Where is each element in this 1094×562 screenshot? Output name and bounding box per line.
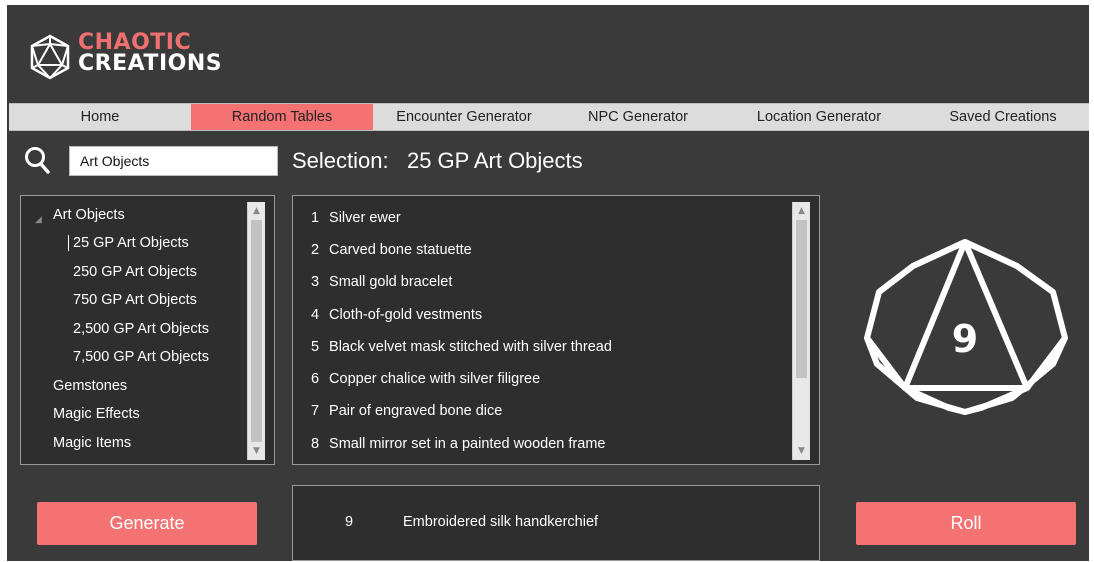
list-item-text: Cloth-of-gold vestments: [329, 307, 483, 323]
search-input[interactable]: Art Objects: [69, 146, 278, 176]
logo-line-2: CREATIONS: [78, 51, 223, 76]
tree-item-250gp[interactable]: 250 GP Art Objects: [73, 264, 197, 280]
list-item[interactable]: 6 Copper chalice with silver filigree: [311, 371, 540, 387]
app-window: CHAOTIC CREATIONS Home Random Tables Enc…: [0, 0, 1094, 562]
list-item-number: 2: [311, 242, 320, 258]
tree-expander-icon[interactable]: ◢: [35, 215, 42, 225]
list-item-number: 8: [311, 436, 320, 452]
tree-item-7500gp[interactable]: 7,500 GP Art Objects: [73, 349, 209, 365]
list-item[interactable]: 4 Cloth-of-gold vestments: [311, 307, 482, 323]
tree-scrollbar[interactable]: ▲ ▼: [247, 202, 265, 460]
tree-item-magic-items[interactable]: Magic Items: [53, 435, 131, 451]
list-item[interactable]: 1 Silver ewer: [311, 210, 401, 226]
tree-item-2500gp[interactable]: 2,500 GP Art Objects: [73, 321, 209, 337]
list-item-number: 7: [311, 403, 320, 419]
selection-prefix: Selection:: [292, 148, 389, 173]
list-scrollbar[interactable]: ▲ ▼: [792, 202, 810, 460]
tree-item-25gp[interactable]: 25 GP Art Objects: [68, 235, 189, 251]
tab-location-generator[interactable]: Location Generator: [721, 104, 917, 130]
generate-button[interactable]: Generate: [37, 502, 257, 545]
selection-title: Selection: 25 GP Art Objects: [292, 148, 583, 174]
roll-button[interactable]: Roll: [856, 502, 1076, 545]
roll-result: 9 Embroidered silk handkerchief: [292, 485, 820, 561]
list-item-number: 1: [311, 210, 320, 226]
list-item-text: Silver ewer: [329, 210, 401, 226]
list-scroll-thumb[interactable]: [796, 220, 807, 378]
search-icon[interactable]: [24, 146, 50, 174]
scroll-down-icon[interactable]: ▼: [793, 445, 810, 457]
list-item-text: Small gold bracelet: [329, 274, 453, 290]
tab-encounter-generator[interactable]: Encounter Generator: [373, 104, 555, 130]
list-item[interactable]: 7 Pair of engraved bone dice: [311, 403, 502, 419]
tree-item-gemstones[interactable]: Gemstones: [53, 378, 127, 394]
scroll-down-icon[interactable]: ▼: [248, 445, 265, 457]
list-item-text: Black velvet mask stitched with silver t…: [329, 339, 612, 355]
tree-item-magic-effects[interactable]: Magic Effects: [53, 406, 140, 422]
list-item-text: Carved bone statuette: [329, 242, 472, 258]
logo-line-1: CHAOTIC: [78, 30, 192, 55]
list-item-text: Pair of engraved bone dice: [329, 403, 503, 419]
table-tree[interactable]: ◢ Art Objects 25 GP Art Objects 250 GP A…: [20, 195, 275, 465]
selection-name: 25 GP Art Objects: [406, 148, 583, 173]
result-text: Embroidered silk handkerchief: [403, 514, 599, 530]
list-item-text: Small mirror set in a painted wooden fra…: [329, 436, 606, 452]
scroll-up-icon[interactable]: ▲: [793, 205, 810, 217]
list-item[interactable]: 3 Small gold bracelet: [311, 274, 452, 290]
scroll-up-icon[interactable]: ▲: [248, 205, 265, 217]
list-item[interactable]: 5 Black velvet mask stitched with silver…: [311, 339, 612, 355]
tab-home[interactable]: Home: [9, 104, 191, 130]
list-item-text: Copper chalice with silver filigree: [329, 371, 541, 387]
tab-saved-creations[interactable]: Saved Creations: [917, 104, 1089, 130]
list-item-number: 6: [311, 371, 320, 387]
list-item-number: 4: [311, 307, 320, 323]
d20-logo-icon: [30, 34, 70, 80]
list-item[interactable]: 8 Small mirror set in a painted wooden f…: [311, 436, 605, 452]
tab-npc-generator[interactable]: NPC Generator: [555, 104, 721, 130]
tab-random-tables[interactable]: Random Tables: [191, 104, 373, 130]
list-item[interactable]: 2 Carved bone statuette: [311, 242, 472, 258]
table-entries-list[interactable]: 1 Silver ewer 2 Carved bone statuette 3 …: [292, 195, 820, 465]
app-logo-text: CHAOTIC CREATIONS: [78, 30, 223, 76]
d10-die-icon[interactable]: 9: [857, 230, 1077, 420]
main-nav: Home Random Tables Encounter Generator N…: [9, 103, 1089, 131]
tree-item-art-objects[interactable]: Art Objects: [53, 207, 125, 223]
tree-item-750gp[interactable]: 750 GP Art Objects: [73, 292, 197, 308]
die-value: 9: [952, 317, 978, 361]
list-item-number: 5: [311, 339, 320, 355]
tree-scroll-thumb[interactable]: [251, 220, 262, 442]
result-number: 9: [345, 514, 354, 530]
list-item-number: 3: [311, 274, 320, 290]
